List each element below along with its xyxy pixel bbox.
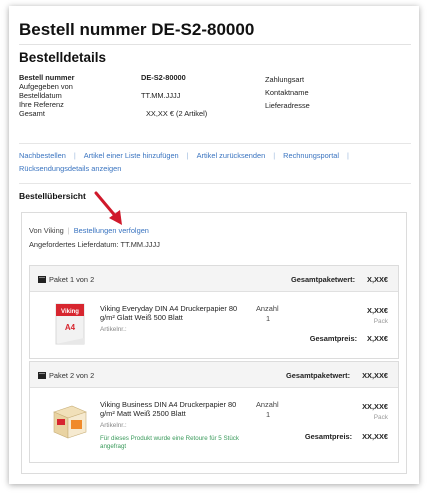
unit-label: Pack <box>373 414 388 421</box>
package-label: Paket 2 von 2 <box>38 371 94 380</box>
product-name-link[interactable]: Viking Business DIN A4 Druckerpapier 80 … <box>100 400 250 418</box>
package-item-row: Viking A4 Viking Everyday DIN A4 Drucker… <box>30 292 398 358</box>
order-actions-links: Nachbestellen | Artikel einer Liste hinzuf… <box>19 149 411 175</box>
unit-price: X,XX€ <box>367 306 388 315</box>
red-arrow-icon <box>94 191 122 225</box>
order-details-panel: Bestell nummer DE-S2-80000 Bestelldetail… <box>9 6 419 484</box>
package-header: Paket 2 von 2 Gesamtpaketwert: XX,XX€ <box>30 362 398 388</box>
add-to-list-link[interactable]: Artikel einer Liste hinzufügen <box>84 151 179 160</box>
package-box-icon <box>38 276 46 283</box>
detail-label: Bestelldatum <box>19 91 62 101</box>
article-number: Artikelnr.: <box>100 326 127 333</box>
svg-text:A4: A4 <box>65 323 76 332</box>
return-items-link[interactable]: Artikel zurücksenden <box>197 151 266 160</box>
package-header: Paket 1 von 2 Gesamtpaketwert: X,XX€ <box>30 266 398 292</box>
package-box-icon <box>38 372 46 379</box>
total-price: Gesamtpreis: XX,XX€ <box>304 432 388 441</box>
page-title: Bestell nummer DE-S2-80000 <box>19 20 255 39</box>
package-card-1: Paket 1 von 2 Gesamtpaketwert: X,XX€ Viki… <box>29 265 399 359</box>
section-title-overview: Bestellübersicht <box>19 191 86 201</box>
contact-name-label: Kontaktname <box>265 88 309 97</box>
unit-price: XX,XX€ <box>362 402 388 411</box>
return-note: Für dieses Produkt wurde eine Retoure fü… <box>100 435 239 450</box>
quantity-label: Anzahl <box>256 304 279 313</box>
link-separator: | <box>186 151 189 160</box>
vendor-line: Von Viking | Bestellungen verfolgen <box>29 226 149 235</box>
link-separator: | <box>73 151 76 160</box>
total-price: Gesamtpreis: X,XX€ <box>309 334 388 343</box>
divider <box>19 143 411 144</box>
delivery-address-label: Lieferadresse <box>265 101 310 110</box>
divider <box>19 183 411 184</box>
detail-label: Gesamt <box>19 109 45 119</box>
reorder-link[interactable]: Nachbestellen <box>19 151 66 160</box>
quantity-label: Anzahl <box>256 400 279 409</box>
package-value: Gesamtpaketwert: X,XX€ <box>290 275 388 284</box>
package-card-2: Paket 2 von 2 Gesamtpaketwert: XX,XX€ Vik… <box>29 361 399 463</box>
section-title-details: Bestelldetails <box>19 50 107 65</box>
vendor-name: Von Viking <box>29 226 64 235</box>
svg-text:Viking: Viking <box>61 309 79 315</box>
invoice-portal-link[interactable]: Rechnungsportal <box>283 151 339 160</box>
quantity-value: 1 <box>266 314 271 323</box>
requested-delivery-date: Angefordertes Lieferdatum: TT.MM.JJJJ <box>29 240 160 249</box>
detail-label: Ihre Referenz <box>19 100 64 110</box>
detail-label: Aufgegeben von <box>19 82 73 92</box>
divider <box>19 44 411 45</box>
delivery-date-value: TT.MM.JJJJ <box>120 240 160 249</box>
article-number: Artikelnr.: <box>100 422 127 429</box>
package-value: Gesamtpaketwert: XX,XX€ <box>286 371 388 380</box>
return-details-link[interactable]: Rücksendungsdetails anzeigen <box>19 164 121 173</box>
detail-value: TT.MM.JJJJ <box>141 91 181 101</box>
quantity-value: 1 <box>266 410 271 419</box>
link-separator: | <box>273 151 276 160</box>
link-separator: | <box>67 226 70 235</box>
package-label: Paket 1 von 2 <box>38 275 94 284</box>
payment-method-label: Zahlungsart <box>265 75 305 84</box>
product-image-paper-ream[interactable]: Viking A4 <box>50 302 90 346</box>
delivery-date-label: Angefordertes Lieferdatum: <box>29 240 119 249</box>
link-separator: | <box>347 151 349 160</box>
detail-label: Bestell nummer <box>19 73 75 82</box>
detail-value: XX,XX € (2 Artikel) <box>146 109 208 119</box>
package-item-row: Viking Business DIN A4 Druckerpapier 80 … <box>30 388 398 462</box>
detail-value: DE-S2-80000 <box>141 73 186 82</box>
order-details-right-column: Zahlungsart Kontaktname Lieferadresse <box>265 73 310 112</box>
product-name-link[interactable]: Viking Everyday DIN A4 Druckerpapier 80 … <box>100 304 250 322</box>
unit-label: Pack <box>373 318 388 325</box>
product-image-paper-box[interactable] <box>50 398 90 442</box>
